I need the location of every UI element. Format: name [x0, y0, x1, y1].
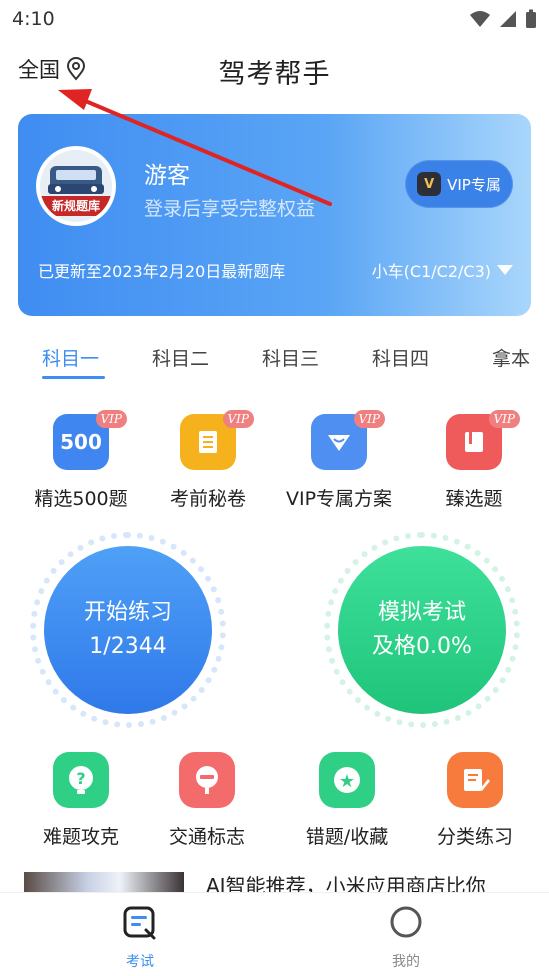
quick-label: 难题攻克 — [42, 826, 119, 848]
exam-title: 模拟考试 — [377, 600, 466, 625]
bottom-nav: 考试 我的 — [0, 892, 549, 976]
diamond-icon: VIP — [311, 410, 385, 470]
question-mark-icon: ? — [53, 752, 109, 808]
feature-label: 臻选题 — [445, 488, 503, 510]
quick-mistakes-favorites[interactable]: ★ 错题/收藏 — [292, 752, 402, 849]
nav-label-me: 我的 — [392, 954, 420, 970]
tab-subject-3[interactable]: 科目三 — [262, 344, 319, 371]
exam-pass-rate: 及格0.0% — [372, 634, 472, 659]
vip-button[interactable]: V VIP专属 — [405, 160, 513, 208]
practice-progress: 1/2344 — [89, 634, 167, 659]
feature-label: VIP专属方案 — [285, 488, 393, 510]
status-icons — [469, 9, 537, 29]
vip-tag: VIP — [222, 410, 254, 428]
tab-subject-4[interactable]: 科目四 — [372, 344, 429, 371]
profile-nav-icon — [390, 906, 422, 938]
news-item[interactable]: AI智能推荐，小米应用商店比你 — [0, 872, 549, 894]
feature-vip-plan[interactable]: VIP VIP专属方案 — [274, 410, 404, 511]
avatar[interactable]: 新规题库 — [36, 146, 116, 226]
svg-text:?: ? — [76, 769, 85, 788]
tab-get-license[interactable]: 拿本 — [492, 344, 530, 371]
car-type-label: 小车(C1/C2/C3) — [371, 262, 491, 281]
book-icon: VIP — [446, 410, 520, 470]
tab-subject-2[interactable]: 科目二 — [152, 344, 209, 371]
subject-tabs: 科目一 科目二 科目三 科目四 拿本 — [0, 340, 549, 384]
practice-circle: 开始练习 1/2344 — [44, 546, 212, 714]
svg-text:★: ★ — [339, 771, 355, 792]
profile-card[interactable]: 新规题库 游客 登录后享受完整权益 V VIP专属 已更新至2023年2月20日… — [18, 114, 531, 316]
vip-crown-icon: V — [417, 172, 442, 196]
practice-title: 开始练习 — [83, 600, 172, 625]
feature-label: 精选500题 — [34, 488, 128, 510]
login-prompt[interactable]: 登录后享受完整权益 — [144, 194, 315, 221]
feature-label: 考前秘卷 — [169, 488, 246, 510]
selected-500-icon: 500 VIP — [53, 410, 127, 470]
news-thumbnail — [24, 872, 184, 894]
vip-button-label: VIP专属 — [447, 175, 501, 194]
scroll-icon: VIP — [180, 410, 254, 470]
active-tab-indicator — [42, 376, 105, 379]
nav-label-exam: 考试 — [126, 954, 154, 970]
status-time: 4:10 — [12, 8, 55, 30]
question-bank-update-text: 已更新至2023年2月20日最新题库 — [38, 262, 286, 281]
battery-icon — [526, 9, 536, 28]
chevron-down-icon — [497, 265, 513, 275]
traffic-sign-icon — [179, 752, 235, 808]
feature-selected-500[interactable]: 500 VIP 精选500题 — [16, 410, 146, 511]
edit-note-icon — [447, 752, 503, 808]
quick-hard-questions[interactable]: ? 难题攻克 — [26, 752, 136, 849]
user-name: 游客 — [144, 163, 190, 189]
quick-label: 交通标志 — [168, 826, 245, 848]
quick-label: 分类练习 — [436, 826, 513, 848]
star-icon: ★ — [319, 752, 375, 808]
vip-tag: VIP — [95, 410, 127, 428]
car-type-selector[interactable]: 小车(C1/C2/C3) — [372, 258, 513, 282]
feature-exam-secrets[interactable]: VIP 考前秘卷 — [143, 410, 273, 511]
vip-tag: VIP — [488, 410, 520, 428]
vip-tag: VIP — [353, 410, 385, 428]
exam-circle: 模拟考试 及格0.0% — [338, 546, 506, 714]
tab-subject-1[interactable]: 科目一 — [42, 344, 99, 371]
news-headline: AI智能推荐，小米应用商店比你 — [206, 874, 486, 894]
avatar-image: 新规题库 — [40, 150, 112, 222]
app-header: 全国 驾考帮手 — [0, 42, 549, 98]
exam-nav-icon — [123, 906, 156, 940]
quick-category-practice[interactable]: 分类练习 — [420, 752, 530, 849]
wifi-icon — [470, 11, 490, 27]
nav-item-exam[interactable]: 考试 — [100, 903, 180, 971]
quick-traffic-signs[interactable]: 交通标志 — [152, 752, 262, 849]
quick-label: 错题/收藏 — [305, 826, 389, 848]
feature-premium-questions[interactable]: VIP 臻选题 — [409, 410, 539, 511]
start-practice-button[interactable]: 开始练习 1/2344 — [30, 532, 226, 728]
page-title: 驾考帮手 — [218, 59, 331, 90]
status-bar: 4:10 — [0, 0, 549, 38]
signal-icon — [500, 11, 516, 27]
nav-item-me[interactable]: 我的 — [366, 903, 446, 971]
avatar-banner: 新规题库 — [40, 196, 112, 216]
mock-exam-button[interactable]: 模拟考试 及格0.0% — [324, 532, 520, 728]
